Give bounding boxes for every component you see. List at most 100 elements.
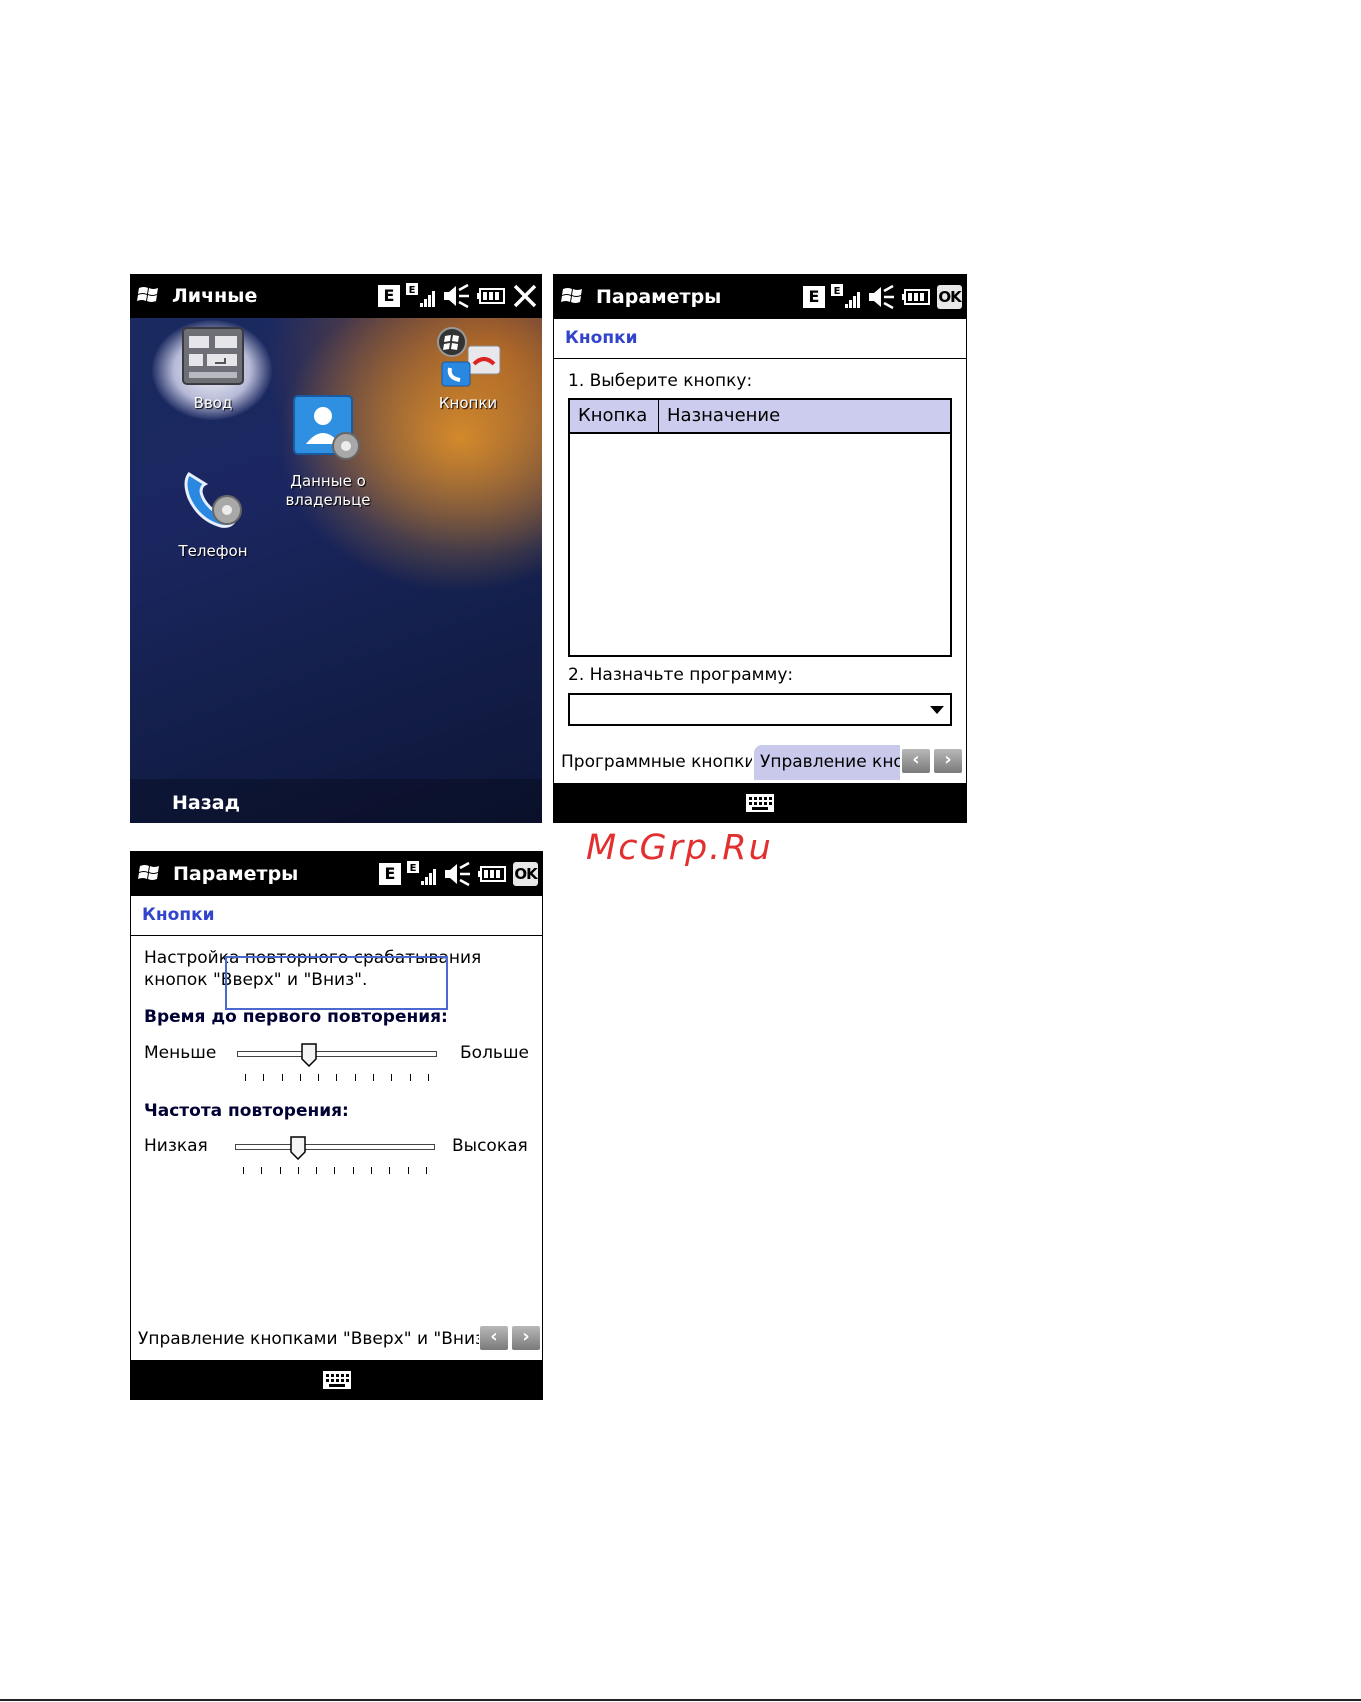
- slider-tick: [261, 1167, 263, 1174]
- ok-button[interactable]: OK: [513, 862, 538, 886]
- slider-tick: [352, 1167, 354, 1174]
- app-phone-label: Телефон: [178, 542, 248, 560]
- keyboard-icon[interactable]: [322, 1370, 352, 1390]
- buttons-settings-screen: Параметры E E OK Кнопки 1. Выберите кноп…: [553, 274, 967, 823]
- speaker-muted-icon: [445, 861, 470, 887]
- slider-tick: [297, 1167, 299, 1174]
- back-softkey[interactable]: Назад: [172, 792, 240, 814]
- slider-tick: [316, 1167, 318, 1174]
- slider-tick: [281, 1074, 283, 1081]
- slider-track: [237, 1051, 437, 1057]
- start-windows-icon[interactable]: [560, 284, 586, 308]
- updown-settings-screen: Параметры E E OK Кнопки Настройка повтор…: [130, 851, 543, 1400]
- start-windows-icon[interactable]: [137, 861, 163, 885]
- tab-updown-buttons[interactable]: Управление кнопками "Вверх" и "Вниз": [754, 745, 900, 780]
- slider-ticks: [243, 1167, 427, 1175]
- slider-thumb[interactable]: [301, 1043, 317, 1067]
- delay-slider[interactable]: [237, 1043, 437, 1089]
- section-title: Кнопки: [565, 328, 638, 348]
- tab-bar: Программные кнопки Управление кнопками "…: [554, 745, 966, 780]
- rate-slider[interactable]: [235, 1136, 435, 1182]
- chevron-left-icon[interactable]: ‹: [902, 749, 930, 773]
- section-header: Кнопки: [554, 319, 966, 359]
- app-buttons[interactable]: Кнопки: [408, 326, 528, 413]
- watermark: McGrp.Ru: [586, 828, 773, 868]
- rate-min-label: Низкая: [144, 1136, 208, 1156]
- signal-strength-icon: E: [831, 284, 860, 308]
- chevron-right-icon[interactable]: ›: [512, 1326, 540, 1350]
- input-icon: [182, 327, 244, 385]
- slider-tick: [334, 1167, 336, 1174]
- status-tray[interactable]: E E: [378, 283, 538, 309]
- signal-strength-icon: E: [407, 861, 436, 885]
- chevron-right-icon[interactable]: ›: [934, 749, 962, 773]
- app-owner-info-label: Данные о владельце: [285, 472, 371, 509]
- slider-tick: [336, 1074, 338, 1081]
- battery-icon: [478, 866, 506, 882]
- chevron-left-icon[interactable]: ‹: [480, 1326, 508, 1350]
- tab-program-buttons[interactable]: Программные кнопки: [554, 745, 752, 780]
- tab-bar: Управление кнопками "Вверх" и "Вниз" ‹ ›: [131, 1322, 542, 1357]
- signal-e-label: E: [410, 863, 417, 874]
- slider-tick: [371, 1167, 373, 1174]
- edge-status-icon: E: [378, 285, 400, 307]
- rate-max-label: Высокая: [452, 1136, 528, 1156]
- title-text: Параметры: [596, 286, 722, 308]
- slider-tick: [373, 1074, 375, 1081]
- title-bar: Параметры E E OK: [554, 275, 966, 319]
- title-bar: Личные E E: [130, 274, 542, 318]
- slider-tick: [427, 1074, 429, 1081]
- rate-label: Частота повторения:: [144, 1101, 349, 1121]
- section-title: Кнопки: [142, 905, 215, 925]
- delay-label: Время до первого повторения:: [144, 1007, 448, 1027]
- app-input[interactable]: Ввод: [158, 326, 268, 413]
- delay-min-label: Меньше: [144, 1043, 217, 1063]
- slider-track: [235, 1144, 435, 1150]
- speaker-muted-icon: [869, 284, 894, 310]
- buttons-icon: [437, 327, 501, 387]
- step1-label: 1. Выберите кнопку:: [568, 371, 753, 391]
- table-header: Кнопка Назначение: [570, 400, 950, 434]
- phone-settings-icon: [184, 471, 242, 528]
- signal-strength-icon: E: [406, 283, 435, 307]
- start-windows-icon[interactable]: [136, 283, 162, 307]
- personal-screen: Личные E E Ввод Данные о владельце Кнопк…: [130, 274, 542, 823]
- tab-updown-buttons[interactable]: Управление кнопками "Вверх" и "Вниз": [131, 1322, 479, 1357]
- close-icon[interactable]: [512, 283, 538, 309]
- status-tray[interactable]: E E OK: [379, 861, 538, 887]
- slider-tick: [389, 1167, 391, 1174]
- program-dropdown[interactable]: [568, 693, 952, 726]
- ok-button[interactable]: OK: [937, 285, 962, 309]
- page-footer-rule: [0, 1699, 1361, 1701]
- slider-tick: [391, 1074, 393, 1081]
- battery-icon: [477, 288, 505, 304]
- signal-e-label: E: [834, 286, 841, 297]
- app-buttons-label: Кнопки: [438, 394, 498, 412]
- step2-label: 2. Назначьте программу:: [568, 665, 794, 685]
- owner-info-icon: [293, 395, 360, 460]
- slider-tick: [409, 1074, 411, 1081]
- title-text: Параметры: [173, 863, 299, 885]
- app-phone[interactable]: Телефон: [158, 464, 268, 561]
- slider-tick: [318, 1074, 320, 1081]
- button-assignment-table[interactable]: Кнопка Назначение: [568, 398, 952, 657]
- slider-tick: [425, 1167, 427, 1174]
- slider-tick: [407, 1167, 409, 1174]
- delay-max-label: Больше: [460, 1043, 529, 1063]
- slider-thumb[interactable]: [290, 1136, 306, 1160]
- edge-status-icon: E: [379, 863, 401, 885]
- chevron-down-icon: [930, 706, 944, 714]
- softkey-bar: [554, 783, 966, 822]
- column-header-assignment[interactable]: Назначение: [659, 400, 950, 432]
- status-tray[interactable]: E E OK: [803, 284, 962, 310]
- slider-tick: [299, 1074, 301, 1081]
- slider-tick: [354, 1074, 356, 1081]
- section-header: Кнопки: [131, 896, 542, 936]
- softkey-bar: [131, 1360, 542, 1399]
- keyboard-icon[interactable]: [745, 793, 775, 813]
- app-input-label: Ввод: [193, 394, 233, 412]
- app-owner-info[interactable]: Данные о владельце: [268, 394, 388, 510]
- title-bar: Параметры E E OK: [131, 852, 542, 896]
- slider-tick: [263, 1074, 265, 1081]
- column-header-button[interactable]: Кнопка: [570, 400, 659, 432]
